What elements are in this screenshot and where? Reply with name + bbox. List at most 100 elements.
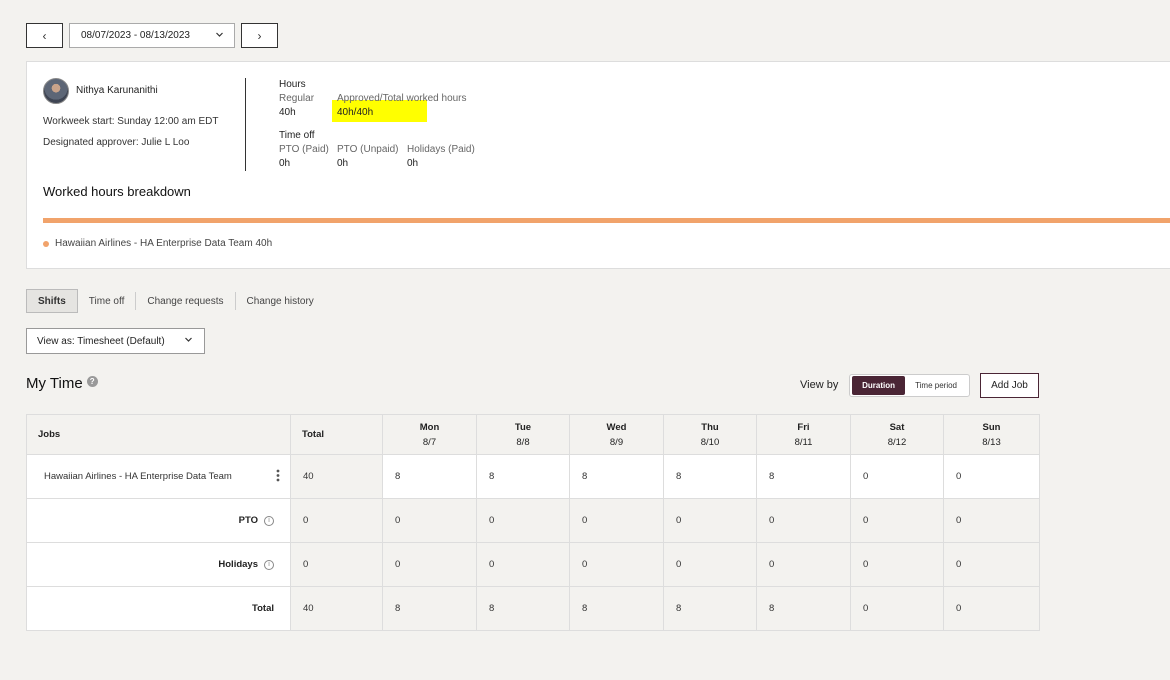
- pto-cell: 0: [382, 498, 477, 543]
- regular-value: 40h: [279, 107, 296, 118]
- job-name-cell: Hawaiian Airlines - HA Enterprise Data T…: [26, 454, 291, 499]
- hours-input-cell[interactable]: 0: [943, 454, 1040, 499]
- total-row: Total 40 8 8 8 8 8 0 0: [26, 586, 1040, 631]
- my-time-heading: My Time ?: [26, 375, 98, 392]
- holidays-cell: 0: [663, 542, 757, 587]
- holidays-row: Holidays i 0 0 0 0 0 0 0 0: [26, 542, 1040, 587]
- day-header: Sat 8/12: [850, 414, 944, 455]
- add-job-button[interactable]: Add Job: [980, 373, 1039, 398]
- time-off-title: Time off: [279, 130, 315, 141]
- table-header-row: Jobs Total Mon 8/7 Tue 8/8 Wed 8/9 Thu 8/10 …: [26, 414, 1040, 455]
- holidays-paid-value: 0h: [407, 158, 419, 169]
- day-header: Thu 8/10: [663, 414, 757, 455]
- chevron-right-icon: ›: [257, 28, 262, 43]
- info-icon[interactable]: i: [264, 515, 274, 526]
- view-as-value: View as: Timesheet (Default): [37, 335, 165, 347]
- holidays-cell: 0: [569, 542, 664, 587]
- pto-paid-value: 0h: [279, 158, 291, 169]
- holidays-cell: 0: [756, 542, 851, 587]
- holidays-label-cell: Holidays i: [26, 542, 291, 587]
- hours-title: Hours: [279, 79, 306, 90]
- legend-dot-icon: [43, 240, 49, 247]
- timesheet-summary-card: Nithya Karunanithi Workweek start: Sunda…: [26, 61, 1170, 269]
- day-total-cell: 0: [850, 586, 944, 631]
- total-header: Total: [290, 414, 383, 455]
- pto-cell: 0: [850, 498, 944, 543]
- day-total-cell: 8: [569, 586, 664, 631]
- breakdown-title: Worked hours breakdown: [43, 184, 191, 199]
- grand-total-cell: 40: [290, 586, 383, 631]
- hours-input-cell[interactable]: 8: [569, 454, 664, 499]
- day-total-cell: 8: [756, 586, 851, 631]
- help-icon[interactable]: ?: [86, 375, 98, 387]
- avatar: [43, 78, 69, 104]
- employee-name: Nithya Karunanithi: [76, 85, 158, 96]
- holidays-cell: 0: [943, 542, 1040, 587]
- holidays-cell: 0: [476, 542, 570, 587]
- tab-change-requests[interactable]: Change requests: [135, 292, 234, 310]
- time-period-option[interactable]: Time period: [905, 376, 967, 395]
- total-label-cell: Total: [26, 586, 291, 631]
- tab-change-history[interactable]: Change history: [234, 292, 325, 310]
- tabs: Shifts Time off Change requests Change h…: [26, 289, 325, 313]
- date-range-select[interactable]: 08/07/2023 - 08/13/2023: [69, 23, 235, 48]
- day-total-cell: 8: [382, 586, 477, 631]
- duration-option[interactable]: Duration: [852, 376, 906, 395]
- hours-input-cell[interactable]: 8: [476, 454, 570, 499]
- hours-input-cell[interactable]: 8: [382, 454, 477, 499]
- chevron-down-icon: [184, 335, 193, 346]
- timesheet-table: Jobs Total Mon 8/7 Tue 8/8 Wed 8/9 Thu 8/10 …: [26, 414, 1040, 631]
- pto-unpaid-label: PTO (Unpaid): [337, 144, 399, 155]
- day-header: Tue 8/8: [476, 414, 570, 455]
- pto-cell: 0: [476, 498, 570, 543]
- jobs-header: Jobs: [26, 414, 291, 455]
- previous-week-button[interactable]: ‹: [26, 23, 63, 48]
- approved-total-label: Approved/Total worked hours: [337, 93, 467, 104]
- job-total-cell: 40: [290, 454, 383, 499]
- date-range-value: 08/07/2023 - 08/13/2023: [81, 30, 190, 41]
- pto-unpaid-value: 0h: [337, 158, 349, 169]
- pto-row: PTO i 0 0 0 0 0 0 0 0: [26, 498, 1040, 543]
- job-row: Hawaiian Airlines - HA Enterprise Data T…: [26, 454, 1040, 499]
- day-total-cell: 0: [943, 586, 1040, 631]
- day-header: Fri 8/11: [756, 414, 851, 455]
- day-total-cell: 8: [663, 586, 757, 631]
- regular-label: Regular: [279, 93, 315, 104]
- pto-cell: 0: [756, 498, 851, 543]
- info-icon[interactable]: i: [264, 559, 274, 570]
- pto-paid-label: PTO (Paid): [279, 144, 329, 155]
- pto-total-cell: 0: [290, 498, 383, 543]
- tab-time-off[interactable]: Time off: [78, 292, 136, 310]
- view-as-select[interactable]: View as: Timesheet (Default): [26, 328, 205, 354]
- chevron-left-icon: ‹: [42, 28, 47, 43]
- workweek-start: Workweek start: Sunday 12:00 am EDT: [43, 116, 219, 127]
- day-total-cell: 8: [476, 586, 570, 631]
- job-name: Hawaiian Airlines - HA Enterprise Data T…: [44, 471, 232, 482]
- more-options-icon[interactable]: [276, 469, 280, 482]
- holidays-paid-label: Holidays (Paid): [407, 144, 475, 155]
- view-by-toggle: Duration Time period: [849, 374, 970, 397]
- chevron-down-icon: [215, 30, 224, 41]
- approved-total-value: 40h/40h: [337, 107, 374, 118]
- hours-input-cell[interactable]: 8: [756, 454, 851, 499]
- view-by-label: View by: [800, 379, 839, 391]
- holidays-cell: 0: [382, 542, 477, 587]
- hours-input-cell[interactable]: 8: [663, 454, 757, 499]
- designated-approver: Designated approver: Julie L Loo: [43, 137, 190, 148]
- day-header: Sun 8/13: [943, 414, 1040, 455]
- tab-shifts[interactable]: Shifts: [26, 289, 78, 313]
- holidays-cell: 0: [850, 542, 944, 587]
- holidays-total-cell: 0: [290, 542, 383, 587]
- divider: [245, 78, 246, 171]
- breakdown-bar: [43, 218, 1170, 223]
- page-title: My Time: [26, 375, 83, 392]
- pto-cell: 0: [663, 498, 757, 543]
- breakdown-legend: Hawaiian Airlines - HA Enterprise Data T…: [43, 238, 272, 249]
- day-header: Mon 8/7: [382, 414, 477, 455]
- hours-input-cell[interactable]: 0: [850, 454, 944, 499]
- legend-label: Hawaiian Airlines - HA Enterprise Data T…: [55, 238, 273, 249]
- next-week-button[interactable]: ›: [241, 23, 278, 48]
- day-header: Wed 8/9: [569, 414, 664, 455]
- pto-cell: 0: [943, 498, 1040, 543]
- pto-cell: 0: [569, 498, 664, 543]
